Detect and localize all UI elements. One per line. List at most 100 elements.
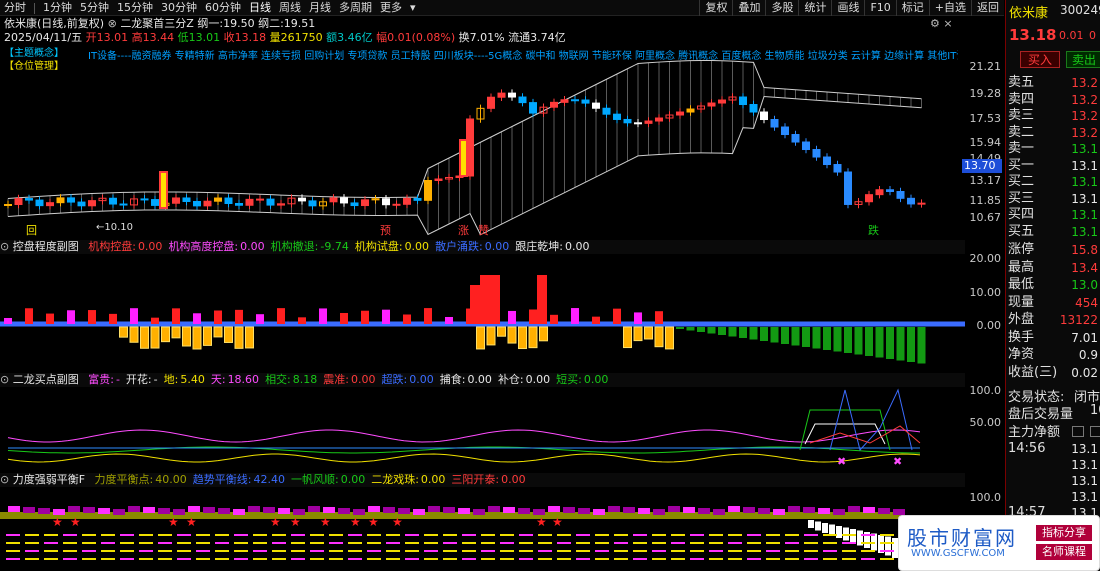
tab-5min[interactable]: 5分钟 <box>76 0 113 15</box>
tab-monthly[interactable]: 月线 <box>305 0 335 15</box>
settings-gear-icon[interactable]: ⚙ <box>930 17 940 30</box>
strength-dash <box>671 542 685 544</box>
order-book-row-label: 卖四 <box>1008 91 1035 107</box>
main-flow-label[interactable]: 主力净额 <box>1008 421 1060 440</box>
turnover-value: 7.01% <box>469 31 505 44</box>
strength-dash <box>139 534 153 536</box>
strength-dash <box>709 550 723 552</box>
candle-body <box>371 198 380 201</box>
strength-dash <box>861 558 875 560</box>
tab-more[interactable]: 更多 <box>376 0 406 15</box>
date-label: 2025/04/11/五 <box>4 31 83 44</box>
main-flow-menu-icon[interactable] <box>1090 424 1100 437</box>
strength-dash <box>158 550 172 552</box>
quote-stat-row-label: 最高 <box>1008 259 1035 275</box>
close-pane-icon[interactable]: × <box>943 17 952 30</box>
tab-15min[interactable]: 15分钟 <box>113 0 157 15</box>
kang2-label: 纲二: <box>258 17 284 30</box>
tab-timeshare[interactable]: 分时 <box>0 0 30 15</box>
back-button[interactable]: 返回 <box>971 0 1004 16</box>
order-book-row: 买四 13.1 <box>1008 207 1100 223</box>
strength-bar <box>563 507 575 513</box>
strength-bar <box>23 507 35 513</box>
control-bar-up <box>193 313 201 324</box>
tab-1min[interactable]: 1分钟 <box>39 0 76 15</box>
sell-button[interactable]: 卖出 <box>1066 51 1100 68</box>
control-bar-up <box>655 311 663 324</box>
strength-balance-chart: ★ ★ ★ ★ ★ ★ ★ ★ ★ ★ ★ ★ <box>0 506 913 561</box>
strength-dash <box>519 550 533 552</box>
main-flow-expand-icon[interactable] <box>1072 424 1084 437</box>
retreat-bar <box>823 327 831 350</box>
y-tick-label: 13.17 <box>969 174 1002 187</box>
fuquan-button[interactable]: 复权 <box>699 0 732 16</box>
strength-bar <box>428 506 440 512</box>
strength-bar <box>68 506 80 512</box>
y-tick-label: 21.21 <box>969 60 1002 73</box>
strength-dash <box>823 558 837 560</box>
strength-dash <box>880 558 894 560</box>
strength-dash <box>386 558 400 560</box>
candle-body <box>329 197 338 203</box>
order-book-row: 卖二 13.2 <box>1008 125 1100 141</box>
overlay-button[interactable]: 叠加 <box>732 0 765 16</box>
buy-button[interactable]: 买入 <box>1020 51 1060 68</box>
strength-dash <box>766 542 780 544</box>
strength-bar <box>98 508 110 514</box>
collapse-icon[interactable]: ⊗ <box>108 17 117 30</box>
signal-spike <box>809 425 921 444</box>
pane3-title[interactable]: 二龙买点副图 <box>13 373 79 386</box>
indicator-label: 富贵: <box>88 373 114 386</box>
candle-body <box>77 201 86 207</box>
strength-dash <box>538 534 552 536</box>
order-book-row-label: 卖二 <box>1008 124 1035 140</box>
strength-bar <box>278 508 290 514</box>
pane2-title[interactable]: 控盘程度副图 <box>13 240 79 253</box>
indicator-value: 0.00 <box>409 373 434 386</box>
strength-dash <box>291 558 305 560</box>
strength-dash <box>576 550 590 552</box>
control-bar-down <box>654 326 664 348</box>
multi-stock-button[interactable]: 多股 <box>765 0 798 16</box>
strength-dash <box>709 542 723 544</box>
decline-bar <box>885 536 891 556</box>
control-bar-down <box>171 326 181 339</box>
tab-30min[interactable]: 30分钟 <box>157 0 201 15</box>
pane4-collapse-icon[interactable]: ⊙ <box>0 473 9 486</box>
strength-dash <box>443 542 457 544</box>
tick-row-value: 13.1 <box>1071 474 1098 488</box>
pane2-collapse-icon[interactable]: ⊙ <box>0 240 9 253</box>
strength-dash <box>120 534 134 536</box>
decline-bar <box>836 526 842 538</box>
indicator-value: 0.00 <box>404 240 430 253</box>
pane4-title[interactable]: 力度强弱平衡F <box>13 473 85 486</box>
tab-multi-period[interactable]: 多周期 <box>335 0 376 15</box>
strength-bar <box>323 507 335 513</box>
add-watchlist-button[interactable]: +自选 <box>928 0 971 16</box>
indicator-name[interactable]: 二龙聚首三分Z <box>120 17 194 30</box>
strength-bar <box>503 507 515 513</box>
statistics-button[interactable]: 统计 <box>798 0 831 16</box>
candle-body <box>707 102 716 107</box>
tab-daily[interactable]: 日线 <box>245 0 275 15</box>
high-label: 高 <box>131 31 143 44</box>
tab-60min[interactable]: 60分钟 <box>201 0 245 15</box>
pane3-collapse-icon[interactable]: ⊙ <box>0 373 9 386</box>
strength-dash <box>690 558 704 560</box>
strength-dash <box>633 534 647 536</box>
ohlc-line: 2025/04/11/五 开13.01 高13.44 低13.01 收13.18… <box>4 31 959 45</box>
strength-dash <box>861 542 875 544</box>
mark-button[interactable]: 标记 <box>895 0 929 16</box>
f10-button[interactable]: F10 <box>864 0 895 16</box>
strength-dash <box>215 542 229 544</box>
strength-dash <box>842 534 856 536</box>
strength-dash <box>44 550 58 552</box>
strength-bar <box>128 506 140 512</box>
draw-line-button[interactable]: 画线 <box>831 0 864 16</box>
quote-stat-row: 现量 454 <box>1008 295 1100 311</box>
control-bar-down <box>150 326 160 349</box>
candle-body <box>434 178 443 181</box>
tab-weekly[interactable]: 周线 <box>275 0 305 15</box>
candle-body <box>770 119 779 128</box>
more-chevron-icon[interactable]: ▾ <box>406 0 420 15</box>
